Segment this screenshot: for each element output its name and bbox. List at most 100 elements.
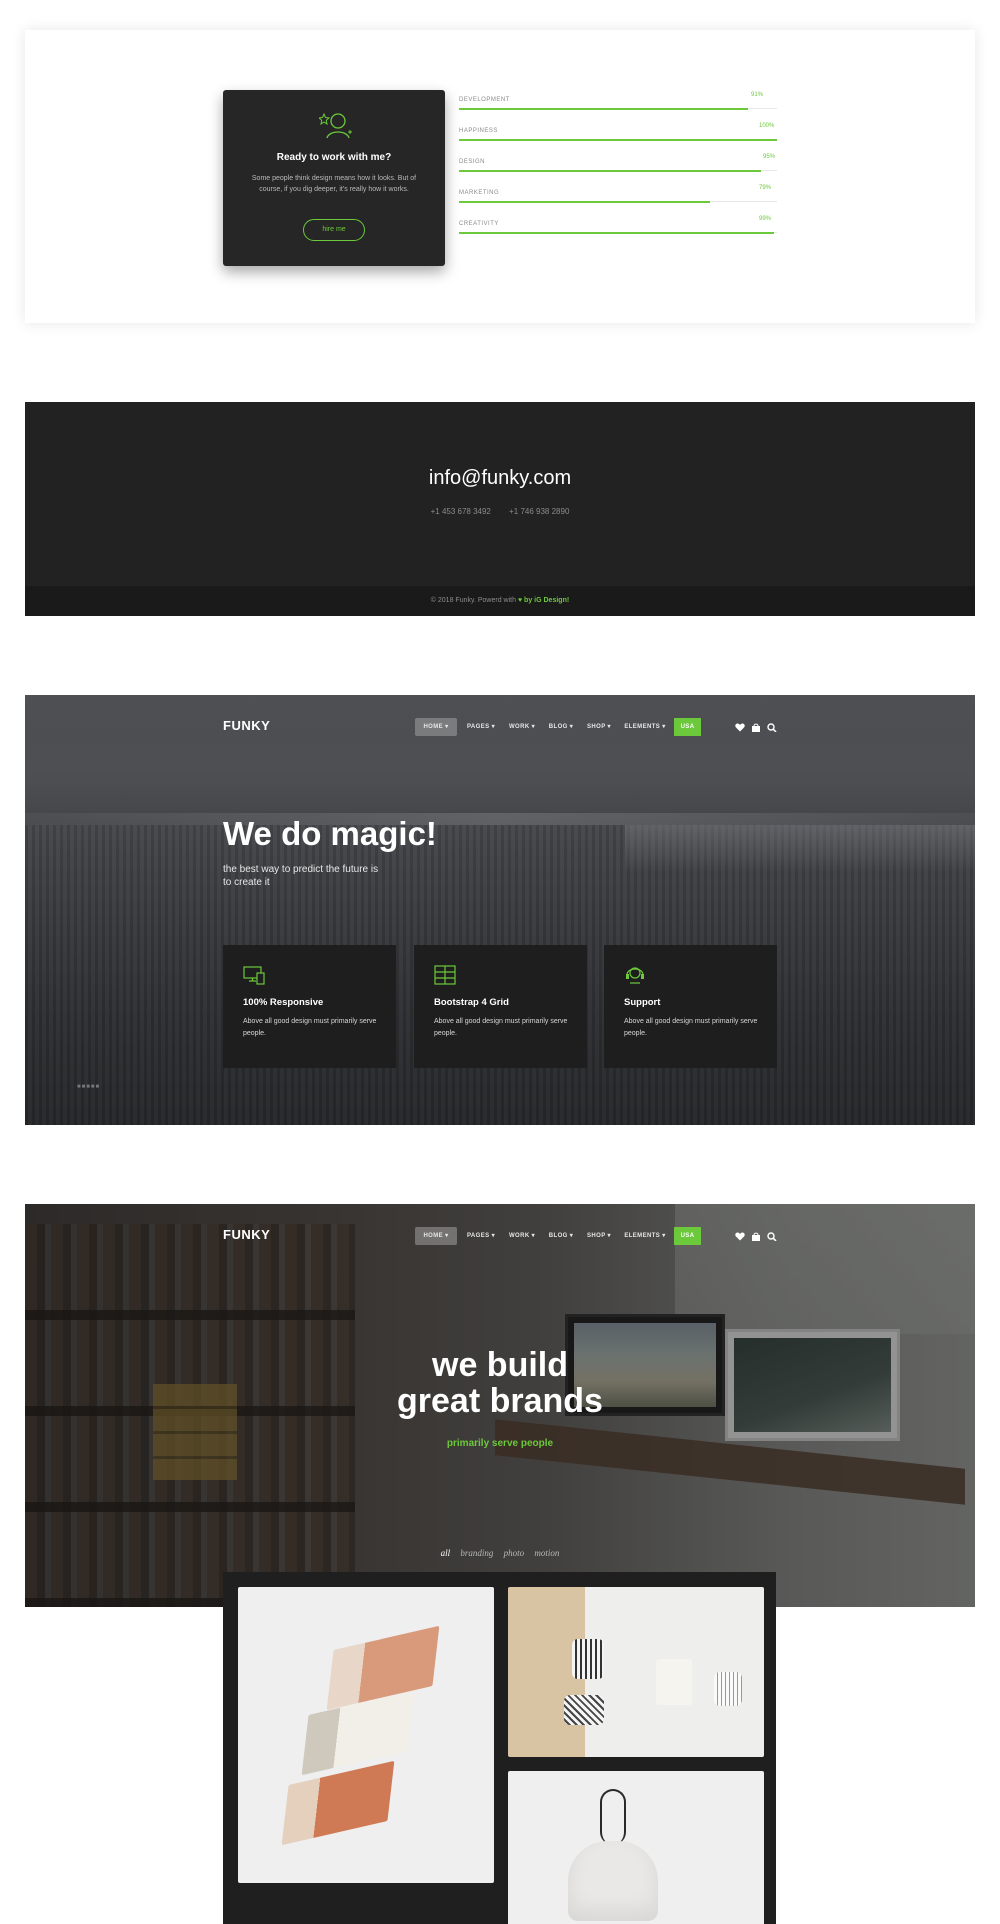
logo[interactable]: FUNKY — [223, 1227, 270, 1242]
skill-design: DESIGN 95% — [459, 154, 777, 184]
filter-branding[interactable]: branding — [460, 1548, 493, 1558]
portfolio-item-bag[interactable] — [508, 1771, 764, 1924]
copyright-text: © 2018 Funky. Powerd with — [430, 597, 516, 604]
skill-bar — [459, 232, 774, 234]
filter-motion[interactable]: motion — [534, 1548, 559, 1558]
cta-title: Ready to work with me? — [276, 152, 392, 163]
cup-image — [714, 1672, 742, 1706]
filter-photo[interactable]: photo — [504, 1548, 525, 1558]
feature-text: Above all good design must primarily ser… — [624, 1018, 758, 1037]
skill-name: MARKETING — [459, 190, 500, 196]
logo[interactable]: FUNKY — [223, 718, 270, 733]
heart-icon[interactable] — [735, 1232, 745, 1241]
skill-bar — [459, 170, 762, 172]
navbar: FUNKY HOME ▾ PAGES ▾ WORK ▾ BLOG ▾ SHOP … — [25, 695, 975, 757]
bag-icon[interactable] — [751, 723, 761, 732]
nav-work[interactable]: WORK ▾ — [504, 1227, 540, 1245]
mug-image — [572, 1639, 604, 1679]
slider-dots[interactable]: ■■■■■ — [77, 1084, 100, 1090]
hero-river — [625, 825, 975, 870]
skill-development: DEVELOPMENT 91% — [459, 92, 777, 122]
feature-text: Above all good design must primarily ser… — [243, 1018, 377, 1037]
bag-icon[interactable] — [751, 1232, 761, 1241]
hero-subtitle: the best way to predict the future is to… — [223, 864, 379, 888]
portfolio-grid — [223, 1572, 776, 1924]
skill-percent: 91% — [751, 92, 764, 98]
hire-me-button[interactable]: hire me — [303, 219, 365, 241]
person-star-icon — [319, 112, 352, 139]
nav-home[interactable]: HOME ▾ — [415, 718, 457, 736]
search-icon[interactable] — [767, 1232, 777, 1241]
brands-title-line1: we build — [432, 1346, 568, 1384]
skill-percent: 100% — [759, 123, 775, 129]
portfolio-item-mugs[interactable] — [508, 1587, 764, 1757]
feature-card-support: Support Above all good design must prima… — [604, 945, 777, 1068]
brands-title: we build great brands — [25, 1347, 975, 1419]
nav-blog[interactable]: BLOG ▾ — [544, 1227, 578, 1245]
skill-name: DESIGN — [459, 159, 486, 165]
portfolio-filters: all branding photo motion — [25, 1548, 975, 1558]
phone-2[interactable]: +1 746 938 2890 — [509, 507, 569, 516]
nav-home[interactable]: HOME ▾ — [415, 1227, 457, 1245]
skill-bar — [459, 108, 749, 110]
skill-percent: 95% — [763, 154, 776, 160]
skill-name: CREATIVITY — [459, 221, 499, 227]
lang-button[interactable]: USA — [674, 1227, 701, 1245]
contact-email[interactable]: info@funky.com — [25, 467, 975, 490]
nav-work[interactable]: WORK ▾ — [504, 718, 540, 736]
grid-icon — [434, 965, 456, 985]
brands-title-line2: great brands — [397, 1382, 603, 1420]
headset-icon — [626, 967, 644, 984]
nav-shop[interactable]: SHOP ▾ — [582, 1227, 616, 1245]
skill-track — [459, 232, 777, 234]
nav-pages[interactable]: PAGES ▾ — [462, 718, 500, 736]
lang-button[interactable]: USA — [674, 718, 701, 736]
book-image — [301, 1690, 415, 1776]
hero-horizon — [25, 813, 975, 825]
devices-icon — [243, 966, 265, 985]
copyright-by: by — [524, 597, 533, 604]
skill-track — [459, 108, 777, 110]
credit-link[interactable]: iG Design! — [534, 597, 569, 604]
search-icon[interactable] — [767, 723, 777, 732]
feature-title: Support — [624, 997, 661, 1008]
nav-elements[interactable]: ELEMENTS ▾ — [620, 718, 670, 736]
cta-card: Ready to work with me? Some people think… — [223, 90, 445, 266]
filter-all[interactable]: all — [441, 1548, 451, 1558]
brands-subtitle: primarily serve people — [446, 1438, 554, 1449]
copyright-bar: © 2018 Funky. Powerd with ♥ by iG Design… — [25, 586, 975, 616]
skill-name: HAPPINESS — [459, 128, 498, 134]
skill-name: DEVELOPMENT — [459, 97, 510, 103]
nav-elements[interactable]: ELEMENTS ▾ — [620, 1227, 670, 1245]
skill-percent: 99% — [759, 216, 772, 222]
skill-bar — [459, 201, 711, 203]
nav-blog[interactable]: BLOG ▾ — [544, 718, 578, 736]
skill-track — [459, 201, 777, 203]
feature-title: Bootstrap 4 Grid — [434, 997, 509, 1008]
book-image — [281, 1760, 395, 1846]
skill-bar — [459, 139, 777, 141]
contact-phones: +1 453 678 3492 +1 746 938 2890 — [25, 507, 975, 516]
cta-text: Some people think design means how it lo… — [251, 175, 417, 193]
brands-section: FUNKY HOME ▾ PAGES ▾ WORK ▾ BLOG ▾ SHOP … — [25, 1204, 975, 1924]
nav-shop[interactable]: SHOP ▾ — [582, 718, 616, 736]
skill-percent: 79% — [759, 185, 772, 191]
heart-icon[interactable] — [735, 723, 745, 732]
feature-card-grid: Bootstrap 4 Grid Above all good design m… — [414, 945, 587, 1068]
feature-title: 100% Responsive — [243, 997, 324, 1008]
mug-image — [564, 1695, 604, 1725]
feature-card-responsive: 100% Responsive Above all good design mu… — [223, 945, 396, 1068]
skill-happiness: HAPPINESS 100% — [459, 123, 777, 153]
portfolio-item-books[interactable] — [238, 1587, 494, 1883]
nav-pages[interactable]: PAGES ▾ — [462, 1227, 500, 1245]
skill-track — [459, 139, 777, 141]
bag-image — [568, 1841, 658, 1921]
feature-text: Above all good design must primarily ser… — [434, 1018, 568, 1037]
box-image — [656, 1659, 692, 1705]
bag-string-image — [600, 1789, 626, 1845]
magic-hero-section: FUNKY HOME ▾ PAGES ▾ WORK ▾ BLOG ▾ SHOP … — [25, 695, 975, 1125]
skill-creativity: CREATIVITY 99% — [459, 216, 777, 246]
skill-marketing: MARKETING 79% — [459, 185, 777, 215]
phone-1[interactable]: +1 453 678 3492 — [431, 507, 491, 516]
skill-track — [459, 170, 777, 172]
